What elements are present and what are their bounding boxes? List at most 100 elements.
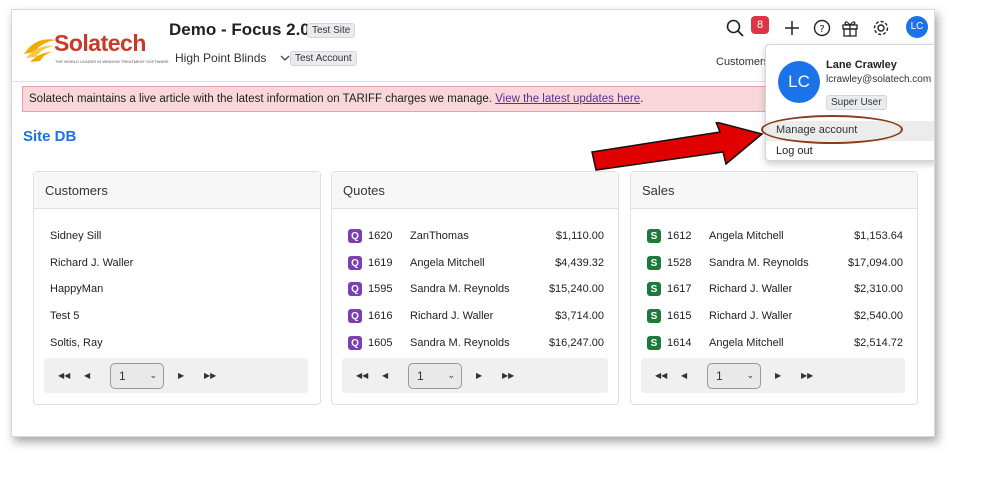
first-page-icon[interactable]: ◀◀ bbox=[655, 371, 681, 380]
record-name: Richard J. Waller bbox=[709, 283, 793, 295]
chevron-down-icon bbox=[280, 51, 290, 65]
chevron-down-icon: ⌄ bbox=[447, 370, 455, 380]
svg-text:?: ? bbox=[819, 24, 824, 35]
sale-icon: S bbox=[647, 336, 661, 350]
record-name: Sandra M. Reynolds bbox=[709, 257, 809, 269]
record-name: ZanThomas bbox=[410, 230, 469, 242]
list-item[interactable]: S 1614 Angela Mitchell $2,514.72 bbox=[647, 334, 903, 352]
record-id: 1614 bbox=[667, 337, 692, 349]
list-item[interactable]: HappyMan bbox=[50, 280, 103, 298]
page-select[interactable]: 1 ⌄ bbox=[110, 362, 164, 389]
record-name: Richard J. Waller bbox=[410, 310, 494, 322]
alert-text: Solatech maintains a live article with t… bbox=[29, 93, 496, 105]
last-page-icon[interactable]: ▶▶ bbox=[204, 371, 230, 380]
record-id: 1528 bbox=[667, 257, 692, 269]
first-page-icon[interactable]: ◀◀ bbox=[58, 371, 84, 380]
nav-customers[interactable]: Customers bbox=[716, 56, 769, 68]
list-item[interactable]: Sidney Sill bbox=[50, 227, 101, 245]
quote-icon: Q bbox=[348, 256, 362, 270]
app-window: Solatech THE WORLD LEADER IN WINDOW TREA… bbox=[11, 9, 935, 437]
page-value: 1 bbox=[417, 368, 424, 383]
record-amount: $15,240.00 bbox=[548, 283, 604, 295]
list-item[interactable]: S 1617 Richard J. Waller $2,310.00 bbox=[647, 280, 903, 298]
record-id: 1615 bbox=[667, 310, 692, 322]
user-avatar-large: LC bbox=[778, 61, 820, 103]
sale-icon: S bbox=[647, 309, 661, 323]
logout-menu-item[interactable]: Log out bbox=[766, 143, 934, 161]
list-item[interactable]: S 1528 Sandra M. Reynolds $17,094.00 bbox=[647, 254, 903, 272]
site-badge: Test Site bbox=[307, 23, 356, 38]
list-item[interactable]: Q 1619 Angela Mitchell $4,439.32 bbox=[348, 254, 604, 272]
record-amount: $16,247.00 bbox=[548, 337, 604, 349]
solatech-logo[interactable]: Solatech THE WORLD LEADER IN WINDOW TREA… bbox=[22, 30, 169, 68]
next-page-icon[interactable]: ▶ bbox=[476, 371, 502, 380]
page-value: 1 bbox=[119, 368, 126, 383]
company-selector[interactable]: High Point Blinds bbox=[175, 51, 290, 65]
list-item[interactable]: S 1615 Richard J. Waller $2,540.00 bbox=[647, 307, 903, 325]
user-avatar[interactable]: LC bbox=[906, 16, 928, 38]
plus-icon[interactable] bbox=[781, 17, 803, 39]
customers-card: Customers Sidney Sill Richard J. Waller … bbox=[33, 171, 321, 405]
help-icon[interactable]: ? bbox=[811, 17, 833, 39]
list-item[interactable]: Q 1616 Richard J. Waller $3,714.00 bbox=[348, 307, 604, 325]
record-amount: $1,110.00 bbox=[555, 230, 604, 242]
gift-icon[interactable] bbox=[839, 17, 861, 39]
list-item[interactable]: Soltis, Ray bbox=[50, 334, 103, 352]
next-page-icon[interactable]: ▶ bbox=[178, 371, 204, 380]
record-name: Sandra M. Reynolds bbox=[410, 283, 510, 295]
page-value: 1 bbox=[716, 368, 723, 383]
list-item[interactable]: S 1612 Angela Mitchell $1,153.64 bbox=[647, 227, 903, 245]
record-name: Angela Mitchell bbox=[709, 337, 784, 349]
record-amount: $4,439.32 bbox=[555, 257, 604, 269]
sale-icon: S bbox=[647, 282, 661, 296]
record-name: Sandra M. Reynolds bbox=[410, 337, 510, 349]
list-item[interactable]: Q 1595 Sandra M. Reynolds $15,240.00 bbox=[348, 280, 604, 298]
prev-page-icon[interactable]: ◀ bbox=[382, 371, 408, 380]
list-item[interactable]: Q 1605 Sandra M. Reynolds $16,247.00 bbox=[348, 334, 604, 352]
prev-page-icon[interactable]: ◀ bbox=[84, 371, 110, 380]
notification-badge[interactable]: 8 bbox=[751, 16, 769, 34]
annotation-arrow bbox=[591, 122, 764, 171]
user-name: Lane Crawley bbox=[826, 59, 897, 71]
list-item[interactable]: Q 1620 ZanThomas $1,110.00 bbox=[348, 227, 604, 245]
prev-page-icon[interactable]: ◀ bbox=[681, 371, 707, 380]
site-title: Demo - Focus 2.0 bbox=[169, 20, 310, 39]
next-page-icon[interactable]: ▶ bbox=[775, 371, 801, 380]
card-title: Customers bbox=[34, 172, 320, 209]
page-select[interactable]: 1 ⌄ bbox=[408, 362, 462, 389]
record-id: 1605 bbox=[368, 337, 393, 349]
gear-icon[interactable] bbox=[870, 17, 892, 39]
record-name: Richard J. Waller bbox=[709, 310, 793, 322]
quotes-card: Quotes Q 1620 ZanThomas $1,110.00 Q 1619 Angel… bbox=[331, 171, 619, 405]
record-amount: $2,310.00 bbox=[854, 283, 903, 295]
record-name: Angela Mitchell bbox=[410, 257, 485, 269]
card-title: Quotes bbox=[332, 172, 618, 209]
role-badge: Super User bbox=[826, 95, 887, 110]
record-id: 1616 bbox=[368, 310, 393, 322]
last-page-icon[interactable]: ▶▶ bbox=[801, 371, 827, 380]
search-icon[interactable] bbox=[724, 17, 746, 39]
record-id: 1619 bbox=[368, 257, 393, 269]
company-name: High Point Blinds bbox=[175, 51, 267, 65]
first-page-icon[interactable]: ◀◀ bbox=[356, 371, 382, 380]
card-title: Sales bbox=[631, 172, 917, 209]
page-select[interactable]: 1 ⌄ bbox=[707, 362, 761, 389]
record-id: 1595 bbox=[368, 283, 393, 295]
sale-icon: S bbox=[647, 229, 661, 243]
record-id: 1617 bbox=[667, 283, 692, 295]
sale-icon: S bbox=[647, 256, 661, 270]
list-item[interactable]: Test 5 bbox=[50, 307, 79, 325]
brand-tagline: THE WORLD LEADER IN WINDOW TREATMENT SOF… bbox=[55, 59, 169, 64]
quote-icon: Q bbox=[348, 229, 362, 243]
chevron-down-icon: ⌄ bbox=[149, 370, 157, 380]
quote-icon: Q bbox=[348, 282, 362, 296]
record-id: 1612 bbox=[667, 230, 692, 242]
list-item[interactable]: Richard J. Waller bbox=[50, 254, 133, 272]
last-page-icon[interactable]: ▶▶ bbox=[502, 371, 528, 380]
record-id: 1620 bbox=[368, 230, 393, 242]
quote-icon: Q bbox=[348, 336, 362, 350]
record-amount: $17,094.00 bbox=[847, 257, 903, 269]
chevron-down-icon: ⌄ bbox=[746, 370, 754, 380]
alert-link[interactable]: View the latest updates here bbox=[495, 93, 640, 105]
annotation-ellipse bbox=[761, 115, 903, 144]
